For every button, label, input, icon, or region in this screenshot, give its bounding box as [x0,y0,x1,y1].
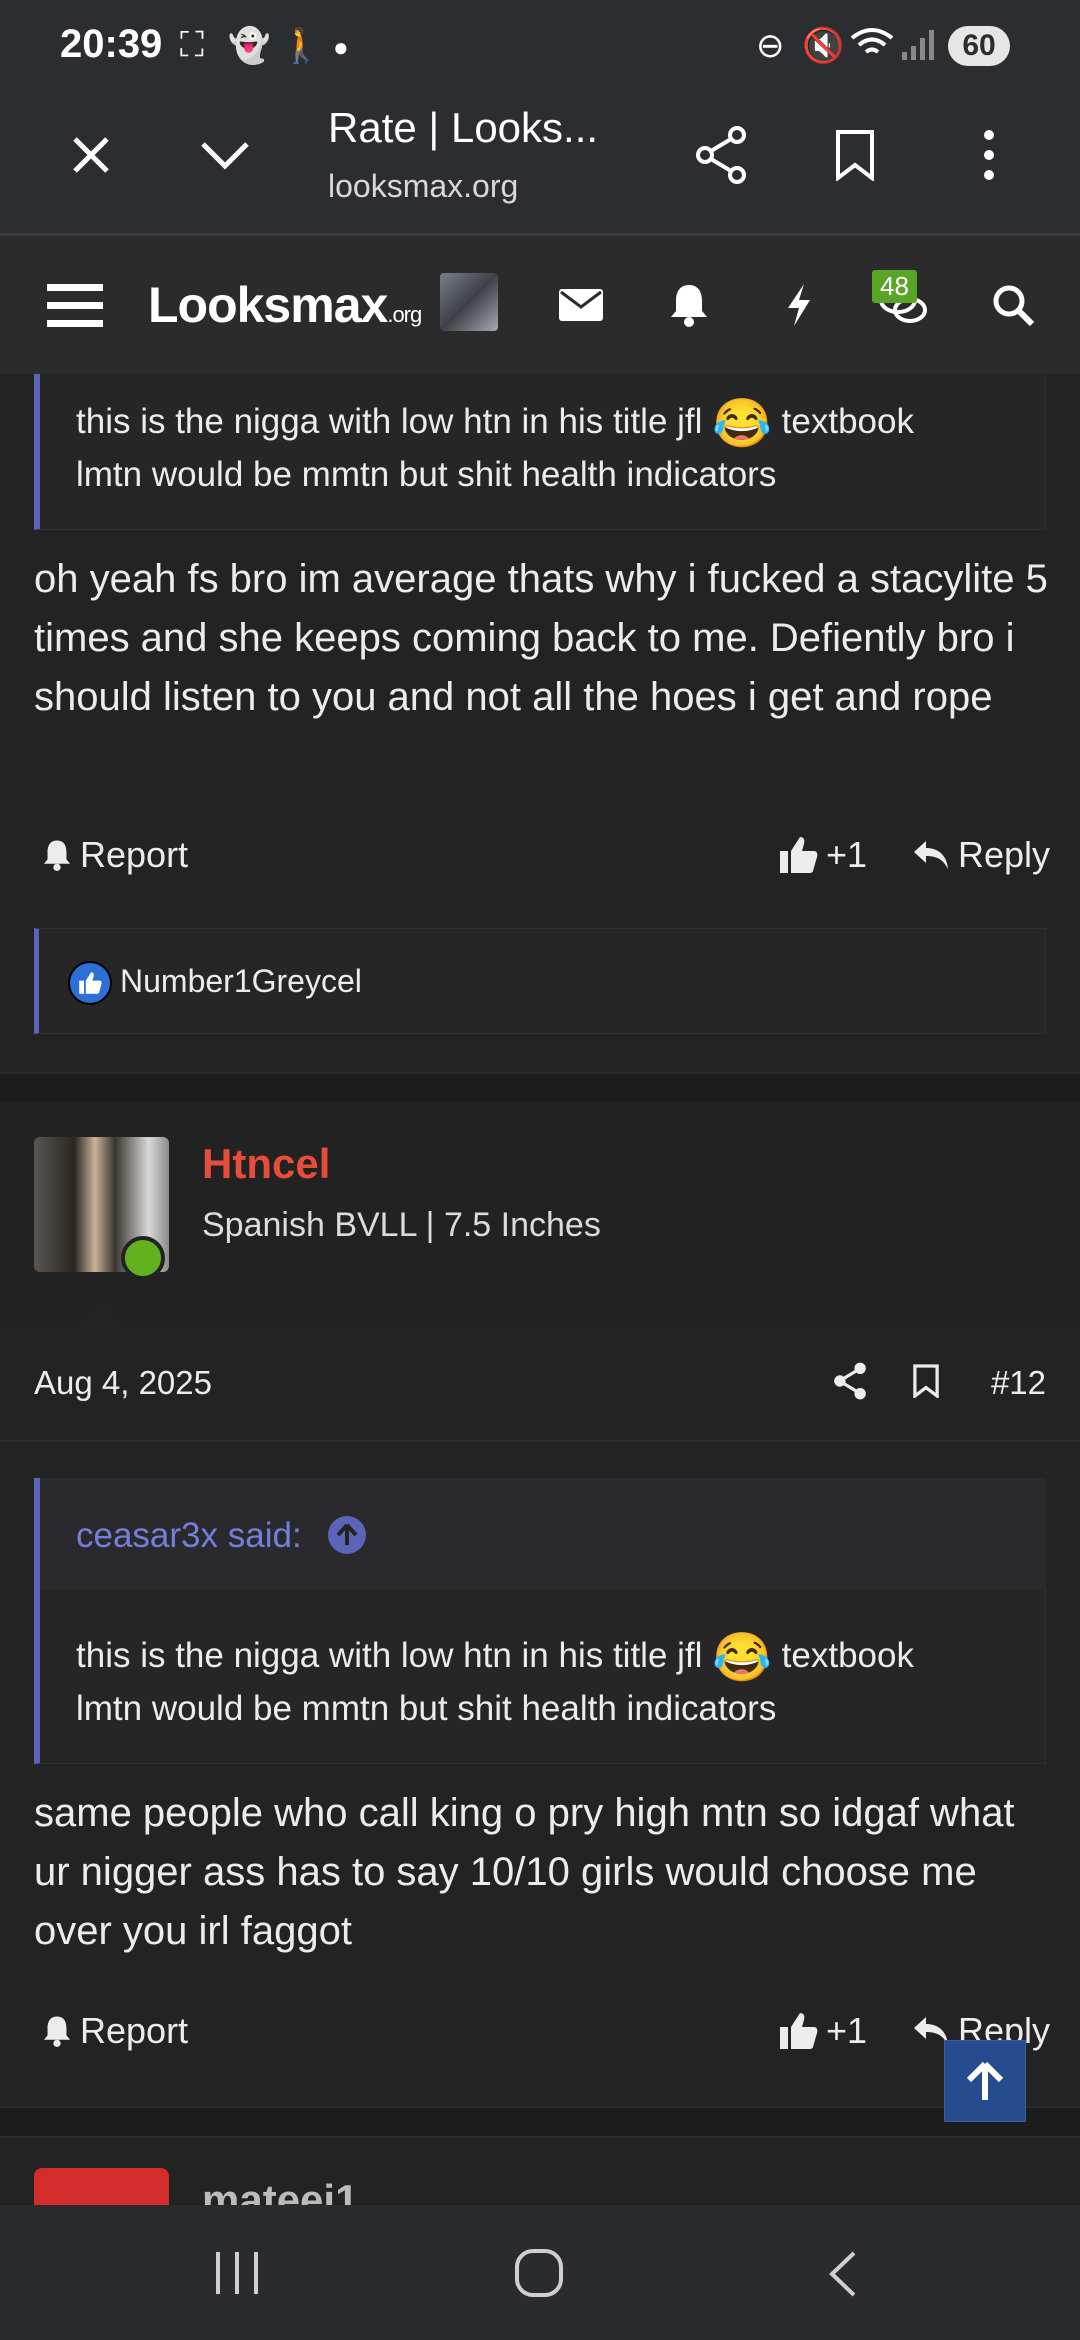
like-reaction-icon [68,961,112,1005]
post-number[interactable]: #12 [991,1364,1046,1402]
report-button[interactable]: Report [42,834,188,876]
bell-icon[interactable] [654,270,724,340]
signal-icon [900,26,936,71]
snapchat-icon: 👻 [228,27,271,65]
mail-icon[interactable] [546,270,616,340]
reply-label: Reply [958,834,1051,875]
mute-icon: 🔇 [802,27,845,65]
wifi-icon [850,26,894,71]
quote-text: this is the nigga with low htn in his ti… [76,1631,914,1729]
logo-suffix: .org [387,302,422,327]
more-options-icon[interactable] [954,120,1024,190]
site-logo[interactable]: Looksmax.org [148,276,422,334]
reply-icon [914,841,948,869]
share-icon[interactable] [832,1362,868,1405]
dot-icon: ● [333,32,349,62]
avatar[interactable] [440,273,498,331]
username[interactable]: Htncel [202,1140,330,1188]
page-title[interactable]: Rate | Looks... [328,104,598,152]
chevron-down-icon[interactable] [190,120,260,190]
share-icon[interactable] [686,120,756,190]
online-indicator [121,1236,165,1280]
arrow-up-circle-icon[interactable] [328,1516,366,1554]
scroll-to-top-button[interactable] [944,2040,1026,2122]
battery-indicator: 60 [948,26,1010,66]
post-divider [0,1072,1080,1104]
user-card-arrow [78,1300,126,1328]
laughing-emoji-icon: 😂 [712,397,772,451]
post-message: oh yeah fs bro im average thats why i fu… [34,557,1048,719]
quote-author[interactable]: ceasar3x said: [76,1516,302,1556]
lightning-icon[interactable] [764,270,834,340]
liked-by-user[interactable]: Number1Greycel [120,963,362,1000]
post-actions: Report +1 Reply [34,2002,1050,2062]
report-label: Report [80,2010,189,2051]
status-time: 20:39 [60,22,163,66]
like-button[interactable]: +1 [778,834,867,876]
conversations-badge: 48 [872,270,917,303]
bell-icon [43,2016,71,2047]
arrow-up-icon [966,2061,1004,2100]
reply-button[interactable]: Reply [912,834,1050,876]
report-button[interactable]: Report [42,2010,188,2052]
dnd-icon: ⊖ [756,27,785,65]
like-button[interactable]: +1 [778,2010,867,2052]
post-message: same people who call king o pry high mtn… [34,1791,1015,1953]
close-icon[interactable] [56,120,126,190]
logo-main: Looksmax [148,277,388,333]
search-icon[interactable] [978,270,1048,340]
back-icon[interactable] [826,2250,860,2303]
quote-text: this is the nigga with low htn in his ti… [76,397,914,495]
laughing-emoji-icon: 😂 [712,1631,772,1685]
bell-icon [43,840,71,871]
recent-apps-icon[interactable] [212,2250,262,2301]
menu-icon[interactable] [40,270,110,340]
home-icon[interactable] [514,2248,564,2303]
post-divider [0,2106,1080,2138]
thumbs-up-icon [780,837,818,873]
like-count: +1 [826,834,868,875]
like-count: +1 [826,2010,868,2051]
user-title: Spanish BVLL | 7.5 Inches [202,1206,601,1244]
bookmark-icon[interactable] [820,120,890,190]
screenshot-icon: ⛶ [180,26,204,64]
thumbs-up-icon [780,2013,818,2049]
post-date[interactable]: Aug 4, 2025 [34,1364,212,1402]
walking-icon: 🚶 [280,27,323,65]
bookmark-icon[interactable] [912,1364,940,1403]
report-label: Report [80,834,189,875]
page-url[interactable]: looksmax.org [328,168,518,205]
post-actions: Report +1 Reply [34,826,1050,886]
